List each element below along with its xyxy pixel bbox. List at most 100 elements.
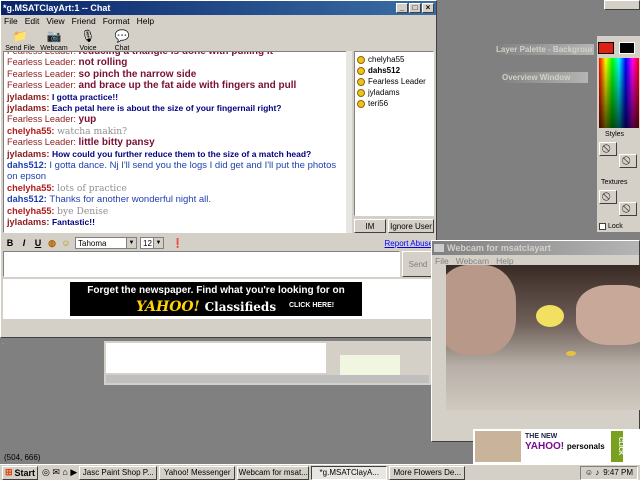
textures-swatch[interactable]: ⃠	[599, 190, 617, 204]
emoticon-icon[interactable]: ☺	[59, 238, 73, 248]
message-history[interactable]: Fearless Leader: reducing a triangle is …	[3, 51, 350, 233]
ad2-personals-text: personals	[566, 442, 605, 451]
message-sender: Fearless Leader:	[7, 57, 76, 68]
color-icon[interactable]: ◍	[45, 238, 59, 249]
chat-message: jyladams: Each petal here is about the s…	[7, 103, 346, 114]
overview-window-title: Overview Window	[502, 73, 571, 82]
webcam-titlebar[interactable]: Webcam for msatclayart	[432, 241, 639, 255]
message-sender: Fearless Leader:	[7, 114, 76, 125]
maximize-button[interactable]: □	[409, 3, 421, 13]
tray-icons[interactable]: ☺ ♪	[585, 468, 599, 477]
message-text: yup	[78, 114, 97, 126]
chat-titlebar[interactable]: *g.MSATClayArt:1 -- Chat _ □ ×	[1, 1, 436, 15]
start-button[interactable]: ⊞ Start	[2, 465, 38, 480]
user-list[interactable]: chelyha55 dahs512 Fearless Leader jylada…	[354, 51, 434, 216]
message-sender: Fearless Leader:	[7, 137, 76, 148]
overview-window-titlebar[interactable]: Overview Window	[500, 72, 588, 83]
message-text: How could you further reduce them to the…	[51, 148, 312, 159]
task-label: Yahoo! Messenger	[163, 468, 231, 477]
textures-fill-swatch[interactable]: ⃠	[619, 202, 637, 216]
close-button[interactable]: ×	[422, 3, 434, 13]
task-label: Webcam for msat...	[238, 468, 308, 477]
chat-menubar: File Edit View Friend Format Help	[1, 15, 436, 27]
styles-fill-swatch[interactable]: ⃠	[619, 154, 637, 168]
chat-message: Fearless Leader: not rolling	[7, 57, 346, 68]
task-more-flowers[interactable]: More Flowers De...	[389, 465, 466, 480]
message-sender: dahs512:	[7, 194, 47, 205]
menu-format[interactable]: Format	[103, 16, 130, 26]
yahoo-personals-ad[interactable]: THE NEW YAHOO! personals CLICK	[473, 429, 640, 464]
alert-icon[interactable]: ❗	[172, 238, 183, 249]
message-text: I gotta practice!!	[51, 91, 119, 102]
paintshop-window-controls[interactable]	[604, 0, 640, 10]
user-list-item[interactable]: teri56	[357, 98, 431, 109]
font-value: Tahoma	[78, 238, 107, 248]
message-text: lots of practice	[57, 182, 127, 194]
task-webcam[interactable]: Webcam for msat...	[237, 465, 310, 480]
user-list-item[interactable]: chelyha55	[357, 54, 431, 65]
message-sender: Fearless Leader:	[7, 80, 76, 91]
task-chat[interactable]: *g.MSATClayA...	[311, 465, 388, 480]
message-sender: chelyha55:	[7, 182, 55, 193]
ad2-click: CLICK	[611, 431, 623, 462]
menu-view[interactable]: View	[46, 16, 64, 26]
lock-box[interactable]	[599, 223, 606, 230]
report-abuse-link[interactable]: Report Abuse	[385, 239, 433, 248]
chat-icon: 💬	[114, 29, 130, 43]
bold-button[interactable]: B	[3, 238, 17, 248]
user-smiley-icon	[357, 55, 365, 64]
clay-petal	[566, 351, 576, 356]
send-button[interactable]: Send	[402, 251, 434, 277]
menu-friend[interactable]: Friend	[72, 16, 96, 26]
font-select[interactable]: Tahoma ▼	[75, 237, 137, 249]
menu-file[interactable]: File	[4, 16, 18, 26]
message-input[interactable]	[3, 251, 400, 277]
chevron-down-icon: ▼	[126, 238, 136, 248]
format-toolbar: B I U ◍ ☺ Tahoma ▼ 12 ▼ ❗ Report Abuse	[3, 236, 433, 250]
styles-swatch[interactable]: ⃠	[599, 142, 617, 156]
chat-message: chelyha55: lots of practice	[7, 183, 346, 194]
layer-palette-title: Layer Palette - Background	[496, 45, 592, 54]
user-list-item[interactable]: jyladams	[357, 87, 431, 98]
im-button[interactable]: IM	[354, 219, 386, 233]
chevron-down-icon: ▼	[153, 238, 163, 248]
layer-palette-titlebar[interactable]: Layer Palette - Background	[494, 44, 594, 55]
ignore-user-button[interactable]: Ignore User	[388, 219, 434, 233]
size-select[interactable]: 12 ▼	[140, 237, 164, 249]
quick-launch-icons[interactable]: ◎ ✉ ⌂ ▶	[42, 467, 77, 478]
message-sender: chelyha55:	[7, 125, 55, 136]
menu-edit[interactable]: Edit	[25, 16, 40, 26]
send-file-icon: 📁	[12, 29, 28, 43]
message-text: reducing a triangle is done with pulling…	[78, 51, 273, 57]
ad-click-here: CLICK HERE!	[289, 302, 335, 309]
size-value: 12	[143, 238, 152, 248]
user-list-item[interactable]: dahs512	[357, 65, 431, 76]
yahoo-logo: YAHOO! Classifieds	[136, 299, 276, 315]
user-name: teri56	[368, 99, 389, 108]
user-list-item[interactable]: Fearless Leader	[357, 76, 431, 87]
task-paintshop[interactable]: Jasc Paint Shop P...	[79, 465, 158, 480]
left-edge-label: ·	[2, 341, 4, 347]
lock-checkbox[interactable]: Lock	[599, 223, 623, 230]
menu-help[interactable]: Help	[137, 16, 154, 26]
system-tray: ☺ ♪ 9:47 PM	[579, 465, 638, 480]
yahoo-classifieds-ad[interactable]: Forget the newspaper. Find what you're l…	[70, 282, 362, 316]
italic-button[interactable]: I	[17, 238, 31, 248]
underline-button[interactable]: U	[31, 238, 45, 248]
ad2-logo-text: YAHOO!	[525, 441, 565, 452]
message-text: I gotta dance. Nj I'll send you the logs…	[7, 160, 337, 183]
color-spectrum[interactable]	[599, 58, 639, 128]
user-smiley-icon	[357, 77, 365, 86]
message-sender: dahs512:	[7, 160, 47, 171]
message-scrollbar[interactable]	[346, 51, 352, 233]
minimize-button[interactable]: _	[396, 3, 408, 13]
voice-icon: 🎙	[80, 29, 96, 43]
task-yahoo-messenger[interactable]: Yahoo! Messenger	[159, 465, 236, 480]
textures-label: Textures	[601, 179, 628, 186]
task-label: More Flowers De...	[393, 468, 462, 477]
message-sender: jyladams:	[7, 103, 50, 114]
background-color-swatch[interactable]	[619, 42, 635, 54]
message-sender: Fearless Leader:	[7, 68, 76, 79]
foreground-color-swatch[interactable]	[598, 42, 614, 54]
ad-headline: Forget the newspaper. Find what you're l…	[87, 285, 345, 296]
